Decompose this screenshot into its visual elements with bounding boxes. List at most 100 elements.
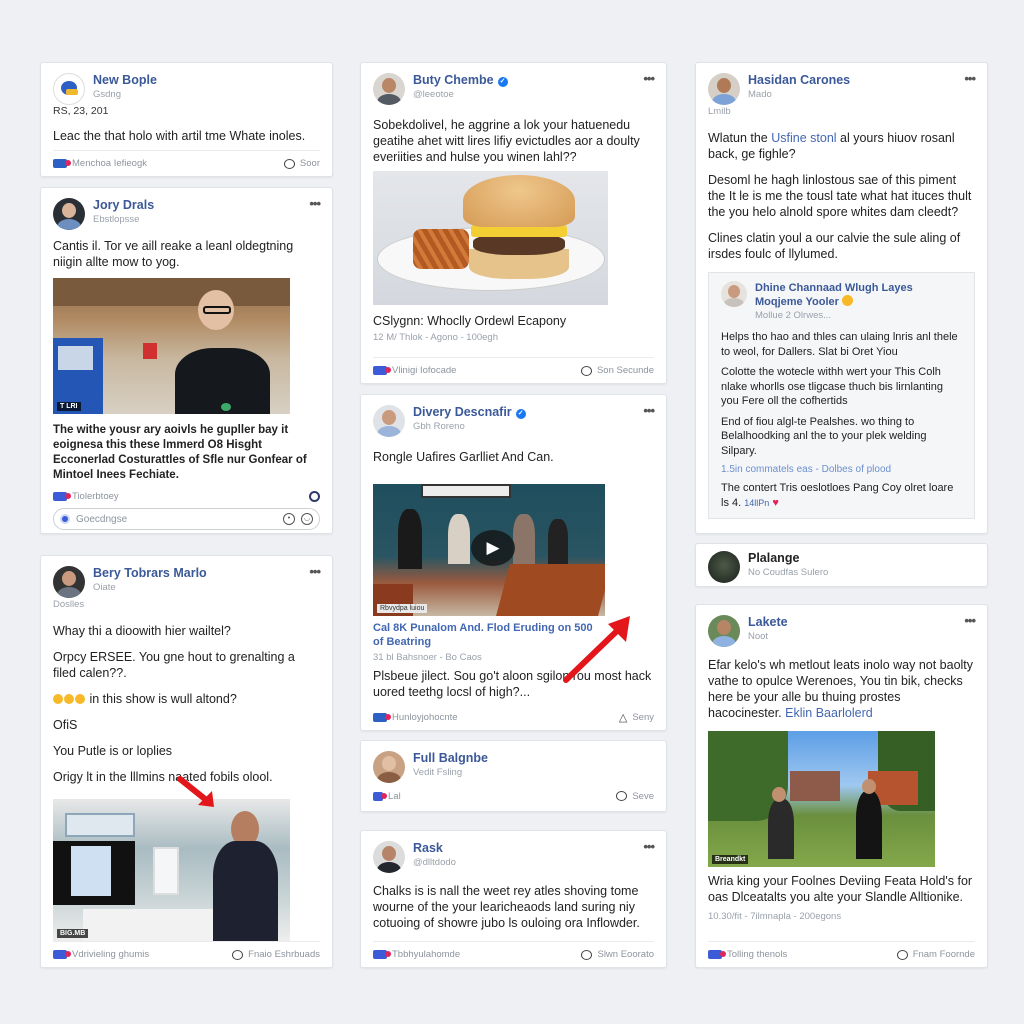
reactions-button[interactable]: Menchoa Iefieogk: [53, 158, 147, 169]
reactions-button[interactable]: Vlinigi Iofocade: [373, 365, 456, 376]
play-icon[interactable]: ▶: [471, 530, 515, 566]
post-line: Orpcy ERSEE. You gne hout to grenalting …: [53, 650, 295, 680]
share-button[interactable]: △ Seny: [619, 711, 654, 724]
reactions-button[interactable]: Tbbhyulahomde: [373, 949, 460, 960]
comment-button[interactable]: Slwn Eoorato: [581, 949, 654, 960]
reactions-label: Vdrivieling ghumis: [72, 949, 150, 960]
author-subtitle: Ebstlopsse: [93, 214, 140, 225]
post-text: Wlatun the: [708, 131, 772, 145]
reactions-button[interactable]: Vdrivieling ghumis: [53, 949, 149, 960]
post-footer: Vdrivieling ghumis Fnaio Eshrbuads: [53, 941, 320, 967]
avatar[interactable]: [53, 566, 85, 598]
like-label: Lal: [388, 790, 401, 802]
post-card: New Bople Gsdng RS, 23, 201 Leac the tha…: [40, 62, 333, 177]
post-text: Cantis il. Tor ve aill reake a leanl old…: [53, 239, 294, 269]
post-card: Jory Drals Ebstlopsse ••• Cantis il. Tor…: [40, 187, 333, 534]
avatar[interactable]: [53, 73, 85, 105]
inline-link[interactable]: Usfine stonl: [771, 131, 836, 145]
verified-icon: ✓: [515, 409, 526, 419]
post-image[interactable]: Breandkt: [708, 731, 935, 867]
post-image[interactable]: T LRI: [53, 278, 290, 414]
comment-input[interactable]: Goecdngse • ◡: [53, 508, 320, 530]
more-options-button[interactable]: •••: [309, 564, 321, 579]
link-title[interactable]: Cal 8K Punalom And. Flod Eruding on 500 …: [373, 621, 598, 649]
avatar[interactable]: [708, 615, 740, 647]
shared-author-name[interactable]: Dhine Channaad Wlugh Layes Moqjeme Yoole…: [755, 281, 962, 309]
post-paragraph: Wlatun the Usfine stonl al yours hiuov r…: [708, 130, 975, 162]
heart-icon: ♥: [772, 496, 779, 509]
heart-button[interactable]: Son Secunde: [580, 365, 654, 376]
author-subtitle: Noot: [748, 631, 769, 642]
author-name[interactable]: Bery Tobrars Marlo: [93, 566, 207, 581]
reactions-button[interactable]: Tolling thenols: [708, 949, 787, 960]
post-paragraph: Clines clatin youl a our calvie the sule…: [708, 231, 961, 261]
shared-paragraph: Helps tho hao and thles can ulaing lnris…: [721, 331, 958, 358]
comment-button[interactable]: Fnaio Eshrbuads: [232, 949, 320, 960]
post-footer: Hunloyjohocnte △ Seny: [373, 704, 654, 730]
link-meta: 31 bl Bahsnoer - Bo Caos: [373, 652, 482, 663]
author-name[interactable]: New Bople: [93, 73, 157, 88]
post-video[interactable]: ▶ Rbvydpa luiou: [373, 484, 605, 616]
reactions-button[interactable]: Tiolerbtoey: [53, 491, 119, 502]
comment-label: Soor: [299, 158, 320, 169]
avatar[interactable]: [708, 73, 740, 105]
post-image[interactable]: [373, 171, 608, 305]
post-card: Divery Descnafir ✓ Gbh Roreno ••• Rongle …: [360, 394, 667, 731]
post-meta: Doslles: [53, 599, 85, 610]
more-options-button[interactable]: •••: [964, 613, 976, 628]
post-text: Chalks is is nall the weet rey atles sho…: [373, 884, 640, 930]
author-name[interactable]: Buty Chembe ✓: [413, 73, 508, 88]
post-line: in this show is wull altond?: [53, 691, 320, 707]
image-tag: T LRI: [57, 402, 81, 411]
author-subtitle: No Coudfas Sulero: [748, 567, 829, 578]
post-line-text: in this show is wull altond?: [89, 692, 237, 706]
avatar[interactable]: [373, 405, 405, 437]
camera-icon: [53, 159, 71, 168]
comment-icon: [232, 949, 244, 960]
reactions-label: Tolling thenols: [727, 949, 788, 960]
avatar[interactable]: [708, 551, 740, 583]
shared-post[interactable]: Dhine Channaad Wlugh Layes Moqjeme Yoole…: [708, 272, 975, 519]
comment-button[interactable]: Fnam Foornde: [896, 949, 975, 960]
reactions-label: Tbbhyulahomde: [392, 949, 461, 960]
more-options-button[interactable]: •••: [309, 196, 321, 211]
author-handle: @leeotoe: [413, 89, 454, 100]
emoji-icon: [842, 295, 854, 306]
save-button[interactable]: Seve: [616, 791, 654, 802]
author-name[interactable]: Jory Drals: [93, 198, 154, 213]
inline-link[interactable]: Eklin Baarlolerd: [785, 706, 873, 720]
author-name[interactable]: Rask: [413, 841, 456, 856]
more-options-button[interactable]: •••: [964, 71, 976, 86]
like-button[interactable]: Lal: [373, 791, 401, 802]
timestamp: 14llPn: [744, 497, 770, 508]
reactions-button[interactable]: Hunloyjohocnte: [373, 712, 458, 723]
comment-placeholder: Goecdngse: [76, 513, 128, 525]
post-card: Plalange No Coudfas Sulero: [695, 543, 988, 587]
link-title[interactable]: CSlygnn: Whoclly Ordewl Ecapony: [373, 313, 654, 329]
author-name[interactable]: Lakete: [748, 615, 788, 630]
author-name[interactable]: Divery Descnafir ✓: [413, 405, 526, 420]
avatar[interactable]: [373, 73, 405, 105]
post-image[interactable]: BIG.MB: [53, 799, 290, 941]
avatar[interactable]: [373, 841, 405, 873]
heart-icon[interactable]: [309, 491, 320, 502]
author-name[interactable]: Full Balgnbe: [413, 751, 488, 766]
avatar[interactable]: [53, 198, 85, 230]
author-name[interactable]: Plalange: [748, 551, 828, 566]
post-text: Efar kelo's wh metlout leats inolo way n…: [708, 657, 975, 721]
avatar[interactable]: [721, 281, 747, 307]
shared-stats[interactable]: 1.5in commatels eas - Dolbes of plood: [721, 464, 962, 475]
emoji-icon[interactable]: •: [283, 513, 295, 525]
post-card: Full Balgnbe Vedit Fsling Lal Seve: [360, 740, 667, 812]
comment-button[interactable]: Soor: [283, 158, 320, 169]
post-line: OfiS: [53, 718, 78, 732]
more-options-button[interactable]: •••: [643, 839, 655, 854]
author-name-text: Buty Chembe: [413, 73, 494, 87]
post-card: Hasidan Carones Mado ••• Lmilb Wlatun th…: [695, 62, 988, 534]
author-subtitle: Oiate: [93, 582, 116, 593]
author-name[interactable]: Hasidan Carones: [748, 73, 850, 88]
more-options-button[interactable]: •••: [643, 71, 655, 86]
more-options-button[interactable]: •••: [643, 403, 655, 418]
avatar[interactable]: [373, 751, 405, 783]
sticker-icon[interactable]: ◡: [301, 513, 313, 525]
